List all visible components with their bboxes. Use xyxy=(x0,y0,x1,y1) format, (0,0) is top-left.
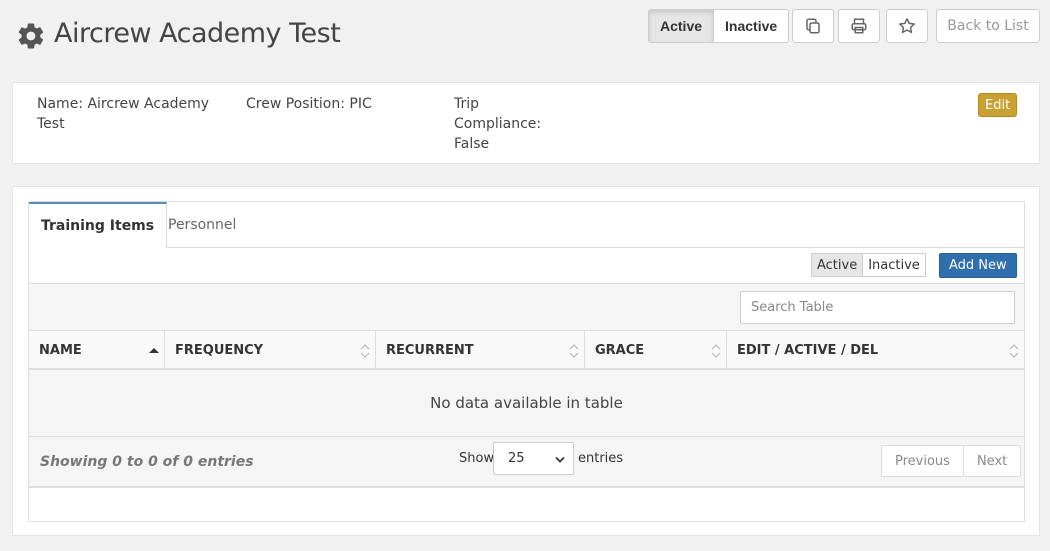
back-to-list-button[interactable]: Back to List xyxy=(936,9,1040,43)
column-header-name[interactable]: NAME xyxy=(29,331,165,369)
show-label: Show xyxy=(459,451,495,466)
column-label: GRACE xyxy=(595,342,645,358)
pagination: Previous Next xyxy=(881,445,1022,477)
print-icon xyxy=(851,18,867,34)
table-header: NAME FREQUENCY RECURRENT GRACE EDIT / AC… xyxy=(29,331,1024,370)
sort-both-icon xyxy=(569,344,579,358)
previous-page-button[interactable]: Previous xyxy=(881,445,964,477)
table-info: Showing 0 to 0 of 0 entries xyxy=(40,454,254,470)
next-page-button[interactable]: Next xyxy=(963,445,1022,477)
filter-inactive-button[interactable]: Inactive xyxy=(863,253,926,277)
favorite-button[interactable] xyxy=(886,9,928,43)
tab-container: Training Items Personnel Active Inactive… xyxy=(28,201,1025,522)
tab-training-items[interactable]: Training Items xyxy=(29,202,168,248)
column-label: FREQUENCY xyxy=(175,342,264,358)
column-header-grace[interactable]: GRACE xyxy=(585,331,727,369)
column-label: NAME xyxy=(39,342,82,358)
column-header-frequency[interactable]: FREQUENCY xyxy=(165,331,376,369)
status-inactive-button[interactable]: Inactive xyxy=(714,9,790,43)
star-icon xyxy=(899,18,915,34)
page-title: Aircrew Academy Test xyxy=(54,18,341,49)
copy-icon xyxy=(806,18,820,34)
column-label: EDIT / ACTIVE / DEL xyxy=(737,342,879,358)
page-header: Aircrew Academy Test Active Inactive Bac… xyxy=(0,0,1050,80)
entries-label: entries xyxy=(578,451,624,466)
column-label: RECURRENT xyxy=(386,342,474,358)
edit-button[interactable]: Edit xyxy=(978,93,1018,117)
name-field: Name: Aircrew Academy Test xyxy=(37,96,210,132)
search-input[interactable] xyxy=(740,291,1015,324)
status-toggle: Active Inactive xyxy=(648,9,790,43)
sort-ascending-icon xyxy=(149,348,159,353)
column-header-recurrent[interactable]: RECURRENT xyxy=(376,331,585,369)
filter-active-button[interactable]: Active xyxy=(811,253,864,277)
trip-compliance-field: Trip Compliance: False xyxy=(454,96,542,152)
status-active-button[interactable]: Active xyxy=(648,9,715,43)
main-panel: Training Items Personnel Active Inactive… xyxy=(12,186,1040,536)
table-footer: Showing 0 to 0 of 0 entries Show 25 entr… xyxy=(29,437,1024,488)
gear-icon xyxy=(18,23,44,49)
column-header-edit-active-del[interactable]: EDIT / ACTIVE / DEL xyxy=(727,331,1024,369)
add-new-button[interactable]: Add New xyxy=(939,253,1017,278)
empty-table-message: No data available in table xyxy=(29,370,1024,437)
training-items-panel: Active Inactive Add New NAME FREQUENCY xyxy=(29,247,1024,488)
details-panel: Name: Aircrew Academy Test Crew Position… xyxy=(12,82,1040,164)
page-length-select[interactable]: 25 xyxy=(493,442,574,475)
tab-personnel[interactable]: Personnel xyxy=(156,202,248,247)
sort-both-icon xyxy=(711,344,721,358)
filter-toggle: Active Inactive xyxy=(811,253,926,277)
print-button[interactable] xyxy=(838,9,880,43)
page-length-value: 25 xyxy=(508,451,525,466)
crew-position-field: Crew Position: PIC xyxy=(246,96,372,112)
copy-button[interactable] xyxy=(792,9,834,43)
sort-both-icon xyxy=(360,344,370,358)
search-row xyxy=(29,284,1024,331)
sort-both-icon xyxy=(1009,344,1019,358)
table-toolbar: Active Inactive Add New xyxy=(29,248,1024,284)
chevron-down-icon xyxy=(555,456,565,463)
